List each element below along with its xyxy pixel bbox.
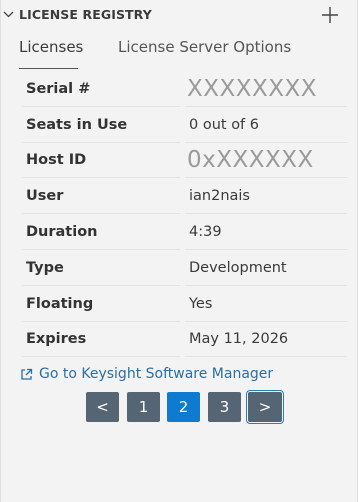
table-row: User ian2nais [22,179,347,215]
serial-number-value: XXXXXXXX [185,72,347,107]
tab-license-server-options[interactable]: License Server Options [118,38,291,68]
section-title: LICENSE REGISTRY [19,7,152,22]
row-key: Seats in Use [22,108,180,143]
table-row: Serial # XXXXXXXX [22,72,347,108]
next-page-button[interactable]: > [246,390,284,424]
plus-icon[interactable] [320,5,340,25]
software-manager-link[interactable]: Go to Keysight Software Manager [20,366,273,382]
page-1-button[interactable]: 1 [127,392,160,422]
row-key: Host ID [22,144,180,179]
table-row: Floating Yes [22,287,347,323]
tab-bar: Licenses License Server Options [0,38,358,70]
row-key: Duration [22,215,180,250]
page-3-button[interactable]: 3 [208,392,241,422]
table-row: Expires May 11, 2026 [22,323,347,359]
duration-value: 4:39 [185,215,347,250]
type-value: Development [185,251,347,286]
floating-value: Yes [185,287,347,322]
page-2-button[interactable]: 2 [167,392,200,422]
table-row: Seats in Use 0 out of 6 [22,108,347,144]
software-manager-link-label: Go to Keysight Software Manager [39,366,274,382]
previous-page-button[interactable]: < [86,392,119,422]
active-tab-indicator [19,68,78,69]
external-link-icon [21,368,33,380]
table-row: Host ID 0xXXXXXX [22,144,347,180]
section-header[interactable]: LICENSE REGISTRY [0,0,358,30]
row-key: Serial # [22,72,180,107]
tab-licenses[interactable]: Licenses [19,38,83,68]
table-row: Duration 4:39 [22,215,347,251]
row-key: Expires [22,323,180,358]
row-key: User [22,179,180,215]
user-value: ian2nais [185,179,347,215]
seats-in-use-value: 0 out of 6 [185,108,347,143]
row-key: Floating [22,287,180,322]
chevron-down-icon[interactable] [3,9,14,20]
row-key: Type [22,251,180,286]
table-row: Type Development [22,251,347,287]
panel-border-left [0,0,1,502]
license-details-table: Serial # XXXXXXXX Seats in Use 0 out of … [22,72,347,358]
expires-value: May 11, 2026 [185,323,347,358]
host-id-value: 0xXXXXXX [185,144,347,179]
